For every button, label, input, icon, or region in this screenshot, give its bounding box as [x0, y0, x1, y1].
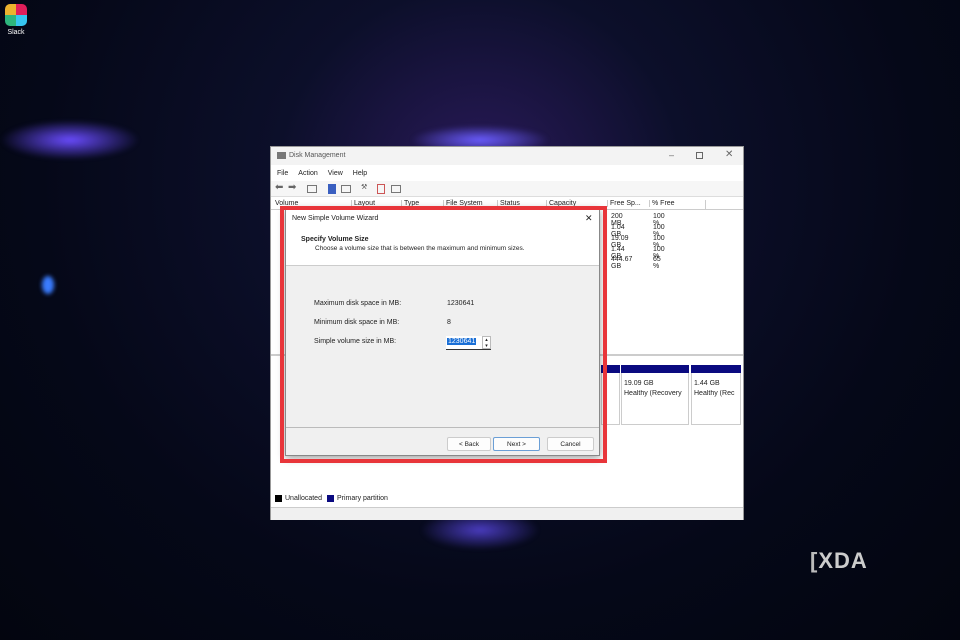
- partition-status: Healthy (Rec: [694, 390, 738, 397]
- check-icon[interactable]: [377, 184, 385, 194]
- column-free-space[interactable]: Free Sp...: [607, 200, 641, 207]
- primary-swatch: [327, 495, 334, 502]
- legend-unallocated: Unallocated: [285, 495, 322, 502]
- toolbar: ⬅ ➡ ⚒: [271, 181, 743, 197]
- back-arrow-icon[interactable]: ⬅: [275, 182, 283, 193]
- partition-status: Healthy (Recovery: [624, 390, 686, 397]
- column-divider: [705, 200, 708, 210]
- highlight-annotation: [280, 206, 607, 463]
- legend-primary: Primary partition: [337, 495, 388, 502]
- column-percent-free[interactable]: % Free: [649, 200, 675, 207]
- partition-size: 1.44 GB: [694, 380, 738, 387]
- wallpaper-glow: [0, 120, 140, 160]
- partition-pane[interactable]: 1.44 GB Healthy (Rec: [691, 365, 741, 425]
- minimize-button[interactable]: –: [669, 150, 674, 160]
- settings-icon[interactable]: [391, 185, 401, 193]
- legend: Unallocated Primary partition: [275, 495, 388, 502]
- view-icon[interactable]: [341, 185, 351, 193]
- disk-icon: [277, 152, 286, 159]
- properties-icon[interactable]: [307, 185, 317, 193]
- menu-view[interactable]: View: [328, 170, 343, 177]
- maximize-button[interactable]: [696, 152, 703, 159]
- menu-bar: File Action View Help: [271, 165, 743, 181]
- slack-desktop-icon[interactable]: Slack: [4, 4, 28, 46]
- window-title: Disk Management: [289, 152, 345, 159]
- title-bar: Disk Management – ✕: [271, 147, 743, 165]
- menu-help[interactable]: Help: [353, 170, 367, 177]
- wallpaper-glow: [42, 276, 54, 294]
- unallocated-swatch: [275, 495, 282, 502]
- slack-label: Slack: [4, 29, 28, 36]
- menu-file[interactable]: File: [277, 170, 288, 177]
- partition-size: 19.09 GB: [624, 380, 686, 387]
- partition-pane[interactable]: 19.09 GB Healthy (Recovery: [621, 365, 689, 425]
- forward-arrow-icon[interactable]: ➡: [288, 182, 296, 193]
- status-bar: [271, 507, 743, 520]
- free-space: 444.67 GB: [611, 256, 632, 270]
- slack-icon: [5, 4, 27, 26]
- help-icon[interactable]: [328, 184, 336, 194]
- xda-logo: [XDA: [810, 548, 868, 574]
- connect-icon[interactable]: ⚒: [361, 183, 367, 191]
- close-button[interactable]: ✕: [725, 149, 733, 160]
- percent-free: 65 %: [653, 256, 661, 270]
- menu-action[interactable]: Action: [298, 170, 317, 177]
